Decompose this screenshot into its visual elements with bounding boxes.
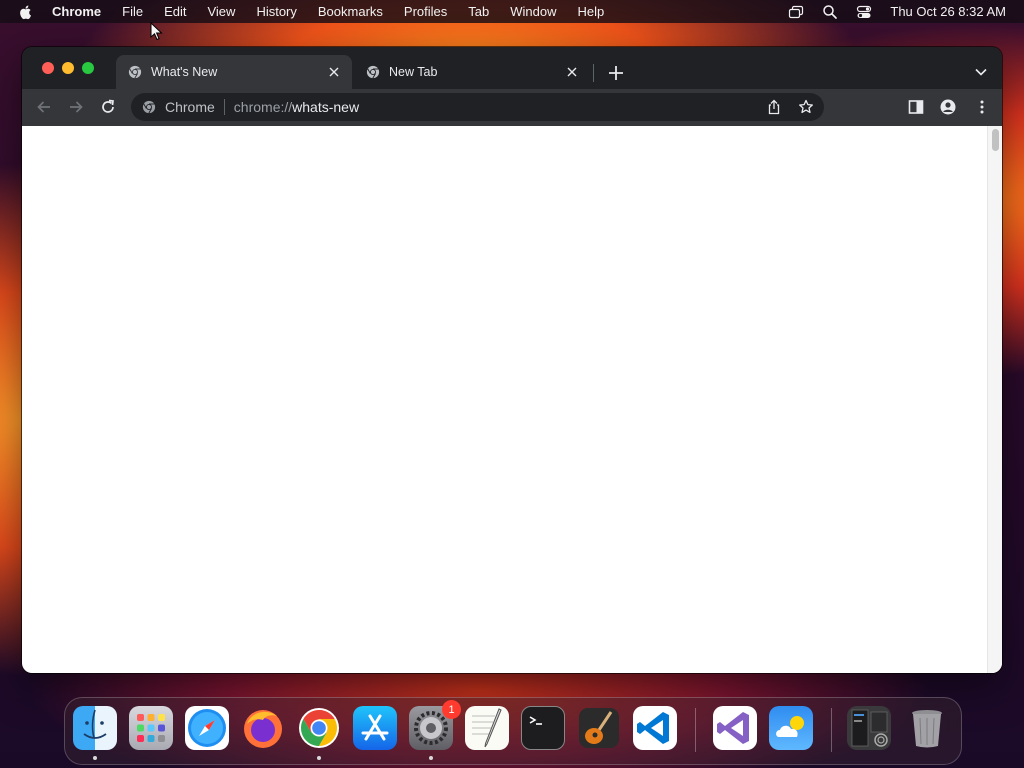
running-indicator (429, 756, 433, 760)
tab-whats-new[interactable]: What's New (116, 55, 352, 89)
menu-clock[interactable]: Thu Oct 26 8:32 AM (890, 4, 1006, 19)
profile-icon[interactable] (940, 99, 956, 115)
chrome-icon[interactable] (142, 100, 156, 114)
running-indicator (93, 756, 97, 760)
dock-separator (831, 708, 832, 752)
menu-kebab-icon[interactable] (974, 99, 990, 115)
dock-visual-studio[interactable] (713, 706, 757, 750)
dock-trash[interactable] (905, 706, 949, 750)
tab-separator (593, 64, 594, 82)
running-indicator (317, 756, 321, 760)
dock-separator (695, 708, 696, 752)
dock-visual-studio-code[interactable] (633, 706, 677, 750)
downloads-stack-icon (851, 709, 888, 747)
tab-close-button[interactable] (564, 64, 580, 80)
menu-help[interactable]: Help (578, 4, 605, 19)
dock-weather[interactable] (769, 706, 813, 750)
mouse-pointer-icon (150, 22, 163, 41)
window-zoom-button[interactable] (82, 62, 94, 74)
side-panel-icon[interactable] (908, 99, 924, 115)
menu-history[interactable]: History (256, 4, 296, 19)
share-icon[interactable] (766, 99, 782, 115)
finder-icon (83, 709, 107, 739)
dock-app-store[interactable] (353, 706, 397, 750)
tab-title: New Tab (389, 65, 438, 79)
tab-search-chevron-icon[interactable] (974, 65, 988, 79)
safari-compass-icon (188, 709, 226, 747)
vertical-scrollbar[interactable] (987, 126, 1002, 673)
dock-downloads-stack[interactable] (847, 706, 891, 750)
dock: 1 (64, 697, 962, 765)
apple-menu-icon[interactable] (18, 4, 34, 20)
bookmark-star-icon[interactable] (798, 99, 814, 115)
close-icon (567, 67, 577, 77)
omnibox-actions (760, 93, 824, 121)
menu-app-name[interactable]: Chrome (52, 4, 101, 19)
address-bar[interactable]: Chrome chrome:// whats-new (131, 93, 824, 121)
trash-icon (912, 710, 942, 748)
omnibox-separator (223, 99, 225, 115)
spotlight-search-icon[interactable] (822, 4, 838, 20)
vscode-icon (637, 712, 669, 744)
menu-bookmarks[interactable]: Bookmarks (318, 4, 383, 19)
dock-launchpad[interactable] (129, 706, 173, 750)
menu-window[interactable]: Window (510, 4, 556, 19)
dock-google-chrome[interactable] (297, 706, 341, 750)
window-close-button[interactable] (42, 62, 54, 74)
google-chrome-icon (299, 708, 339, 748)
reload-icon[interactable] (99, 98, 117, 116)
tab-close-button[interactable] (326, 64, 342, 80)
new-tab-plus-icon[interactable] (606, 63, 626, 83)
browser-toolbar: Chrome chrome:// whats-new (22, 89, 1002, 126)
chrome-icon (128, 65, 142, 79)
menu-file[interactable]: File (122, 4, 143, 19)
chrome-icon (366, 65, 380, 79)
tab-title: What's New (151, 65, 218, 79)
menu-bar: Chrome File Edit View History Bookmarks … (0, 0, 1024, 23)
terminal-prompt-icon (529, 716, 542, 725)
app-store-icon (361, 714, 389, 741)
launchpad-grid-icon (137, 714, 165, 742)
dock-safari[interactable] (185, 706, 229, 750)
page-content[interactable] (22, 126, 1002, 673)
menu-tab[interactable]: Tab (468, 4, 489, 19)
url-host: whats-new (292, 99, 360, 115)
dock-firefox[interactable] (241, 706, 285, 750)
forward-icon[interactable] (67, 98, 85, 116)
window-minimize-button[interactable] (62, 62, 74, 74)
textedit-icon (472, 708, 502, 748)
dock-finder[interactable] (73, 706, 117, 750)
tab-strip: What's New New Tab (22, 47, 1002, 89)
scrollbar-thumb[interactable] (992, 129, 999, 151)
chrome-window: What's New New Tab Chrome chrome:// what… (22, 47, 1002, 673)
dock-system-settings[interactable]: 1 (409, 700, 461, 750)
screen-mirroring-icon[interactable] (788, 4, 804, 20)
dock-garageband[interactable] (577, 706, 621, 750)
menu-view[interactable]: View (207, 4, 235, 19)
security-chip-label[interactable]: Chrome (165, 99, 215, 115)
control-center-icon[interactable] (856, 4, 872, 20)
firefox-icon (244, 710, 282, 748)
url-scheme: chrome:// (233, 99, 293, 115)
notification-badge: 1 (442, 700, 461, 719)
menu-profiles[interactable]: Profiles (404, 4, 447, 19)
close-icon (329, 67, 339, 77)
back-icon[interactable] (35, 98, 53, 116)
cloud-sun-icon (776, 716, 804, 737)
dock-textedit[interactable] (465, 706, 509, 750)
dock-terminal[interactable] (521, 706, 565, 750)
guitar-icon (579, 708, 619, 748)
menu-edit[interactable]: Edit (164, 4, 186, 19)
menu-extras: Thu Oct 26 8:32 AM (770, 0, 1006, 23)
visual-studio-icon (717, 712, 749, 744)
tab-new-tab[interactable]: New Tab (354, 55, 590, 89)
